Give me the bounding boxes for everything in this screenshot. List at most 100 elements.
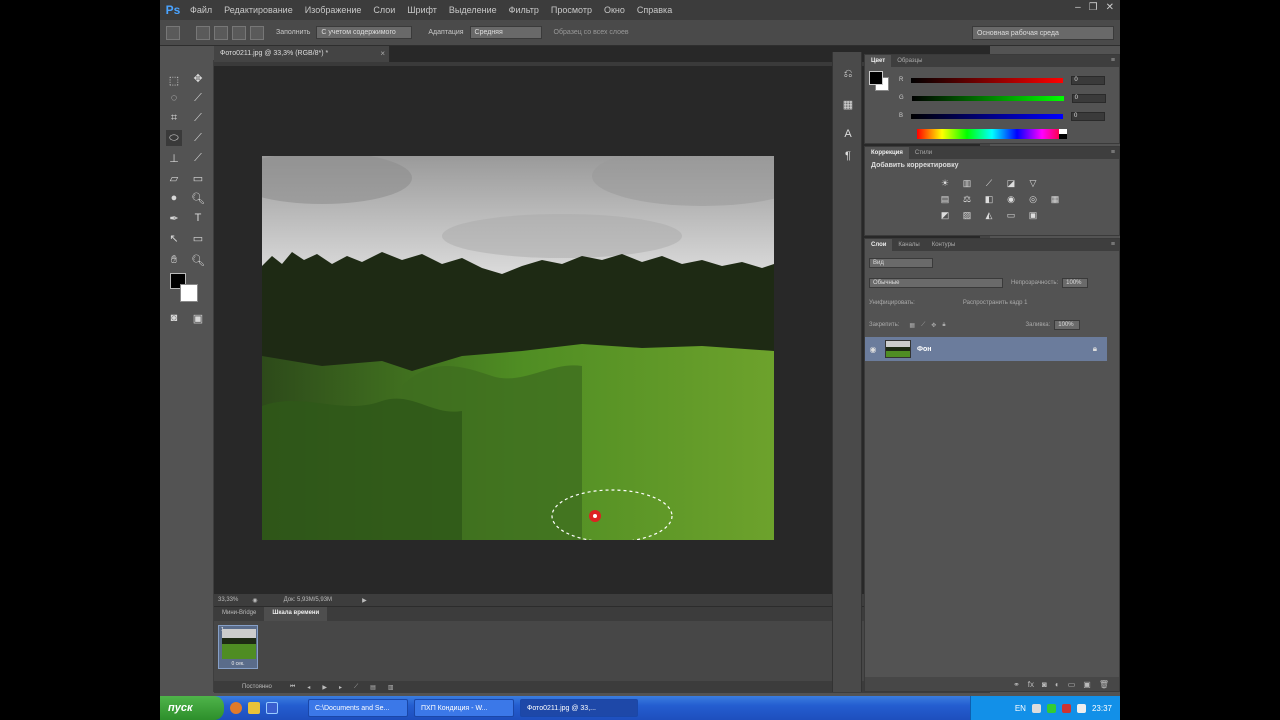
gradient-map-icon[interactable]: ▭ [1005, 209, 1017, 221]
propagate-checkbox[interactable]: Распространить кадр 1 [963, 300, 1028, 306]
clone-stamp-tool-icon[interactable]: ⊥ [166, 150, 182, 166]
slider-track-b[interactable] [911, 113, 1064, 119]
type-tool-icon[interactable]: T [190, 210, 206, 226]
channel-mixer-icon[interactable]: ◎ [1027, 193, 1039, 205]
zoom-level[interactable]: 33,33% [218, 597, 238, 603]
fill-input[interactable]: 100% [1054, 320, 1081, 330]
menu-layers[interactable]: Слои [367, 5, 401, 15]
tool-preset-icon[interactable] [166, 25, 180, 40]
eraser-tool-icon[interactable]: ▱ [166, 170, 182, 186]
tab-mini-bridge[interactable]: Мини-Bridge [214, 607, 264, 621]
color-lookup-icon[interactable]: ▦ [1049, 193, 1061, 205]
firefox-icon[interactable] [230, 702, 242, 714]
tab-adjustments[interactable]: Коррекция [865, 147, 909, 159]
actions-icon[interactable]: ▦ [840, 96, 856, 112]
layer-row[interactable]: ◉ Фон 🔒︎ [865, 337, 1107, 361]
curves-icon[interactable]: ⟋ [983, 177, 995, 189]
lock-all-icon[interactable]: 🔒︎ [942, 322, 945, 329]
delete-frame-icon[interactable]: ▥ [388, 684, 394, 691]
paragraph-icon[interactable]: ¶ [840, 148, 856, 164]
add-selection-icon[interactable] [214, 25, 228, 40]
menu-select[interactable]: Выделение [443, 5, 503, 15]
zoom-tool-icon[interactable]: 🔍︎ [190, 252, 206, 268]
lock-paint-icon[interactable]: ⟋ [921, 322, 925, 329]
character-icon[interactable]: A [840, 126, 856, 142]
sample-all-layers-checkbox[interactable]: Образец со всех слоев [554, 29, 629, 36]
tab-color[interactable]: Цвет [865, 55, 892, 67]
security-icon[interactable] [1061, 703, 1071, 713]
crop-tool-icon[interactable]: ⌗ [166, 110, 182, 126]
kind-filter-select[interactable]: Вид [869, 258, 933, 268]
brightness-icon[interactable]: ☀︎ [939, 177, 951, 189]
threshold-icon[interactable]: ◭ [983, 209, 995, 221]
link-layers-icon[interactable]: ⚭ [1013, 680, 1020, 689]
levels-icon[interactable]: ▥ [961, 177, 973, 189]
background-color-swatch[interactable] [180, 284, 198, 302]
minimize-button[interactable]: – [1075, 2, 1081, 13]
pen-tool-icon[interactable]: ✒︎ [166, 210, 182, 226]
opacity-input[interactable]: 100% [1062, 278, 1089, 288]
panel-menu-icon[interactable]: ≡ [1111, 57, 1115, 64]
color-balance-icon[interactable]: ⚖︎ [961, 193, 973, 205]
intersect-selection-icon[interactable] [250, 25, 264, 40]
value-b[interactable]: 0 [1071, 111, 1106, 121]
first-frame-icon[interactable]: ⏮ [290, 684, 295, 691]
hue-saturation-icon[interactable]: ▤ [939, 193, 951, 205]
add-mask-icon[interactable]: ◙ [1042, 680, 1047, 689]
menu-edit[interactable]: Редактирование [218, 5, 299, 15]
blur-tool-icon[interactable]: ● [166, 190, 182, 206]
adaptation-select[interactable]: Средняя [469, 26, 542, 39]
network-icon[interactable] [1031, 703, 1041, 713]
panel-menu-icon[interactable]: ≡ [1111, 241, 1115, 248]
photoshop-quicklaunch-icon[interactable] [266, 702, 278, 714]
adjustment-layer-icon[interactable]: ◐ [1055, 680, 1060, 689]
invert-icon[interactable]: ◩ [939, 209, 951, 221]
folder-icon[interactable] [248, 702, 260, 714]
history-brush-tool-icon[interactable]: ⟋ [190, 150, 206, 166]
workspace-select[interactable]: Основная рабочая среда [972, 26, 1114, 40]
exposure-icon[interactable]: ◪ [1005, 177, 1017, 189]
history-icon[interactable]: ⎌ [840, 66, 856, 82]
loop-select[interactable]: Постоянно [242, 684, 272, 690]
selective-color-icon[interactable]: ▣ [1027, 209, 1039, 221]
tween-icon[interactable]: ⟋ [354, 684, 358, 691]
shape-tool-icon[interactable]: ▭ [190, 230, 206, 246]
frame-delay[interactable]: 0 сек. [219, 661, 257, 667]
close-button[interactable]: ✕ [1106, 2, 1114, 13]
lasso-tool-icon[interactable]: ◌ [166, 90, 182, 106]
language-indicator[interactable]: EN [1015, 704, 1026, 713]
layer-name[interactable]: Фон [917, 346, 931, 353]
next-frame-icon[interactable]: ▸ [339, 684, 342, 691]
delete-layer-icon[interactable]: 🗑︎ [1099, 680, 1109, 689]
panel-menu-icon[interactable]: ≡ [1111, 149, 1115, 156]
vibrance-icon[interactable]: ▽ [1027, 177, 1039, 189]
animation-frame[interactable]: 1 0 сек. [218, 625, 258, 669]
layer-style-icon[interactable]: fx [1028, 680, 1034, 689]
color-spectrum[interactable] [917, 129, 1067, 139]
play-icon[interactable]: ▶ [322, 684, 327, 691]
status-arrow-icon[interactable]: ▶ [362, 597, 367, 604]
black-white-chip[interactable] [1059, 129, 1067, 139]
posterize-icon[interactable]: ▨ [961, 209, 973, 221]
eyedropper-tool-icon[interactable]: ⟋ [190, 110, 206, 126]
doc-info-icon[interactable]: ◉ [252, 597, 257, 604]
antivirus-icon[interactable] [1046, 703, 1056, 713]
marquee-tool-icon[interactable]: ⬚ [166, 72, 182, 88]
slider-track-g[interactable] [911, 95, 1064, 101]
foreground-color-chip[interactable] [869, 71, 883, 85]
screen-mode-icon[interactable]: ▣ [190, 310, 206, 326]
slider-track-r[interactable] [911, 77, 1064, 83]
tab-channels[interactable]: Каналы [892, 239, 925, 251]
tab-timeline[interactable]: Шкала времени [264, 607, 328, 621]
duplicate-frame-icon[interactable]: ▤ [370, 684, 376, 691]
menu-help[interactable]: Справка [631, 5, 678, 15]
slider-b[interactable]: B 0 [899, 111, 1109, 121]
volume-icon[interactable] [1076, 703, 1086, 713]
tab-styles[interactable]: Стили [909, 147, 938, 159]
quick-select-tool-icon[interactable]: ⟋ [190, 90, 206, 106]
slider-r[interactable]: R 0 [899, 75, 1109, 85]
close-tab-icon[interactable]: × [380, 49, 385, 58]
task-browser[interactable]: ПХП Кондиция - W... [414, 699, 514, 717]
menu-type[interactable]: Шрифт [401, 5, 443, 15]
path-select-tool-icon[interactable]: ↖ [166, 230, 182, 246]
